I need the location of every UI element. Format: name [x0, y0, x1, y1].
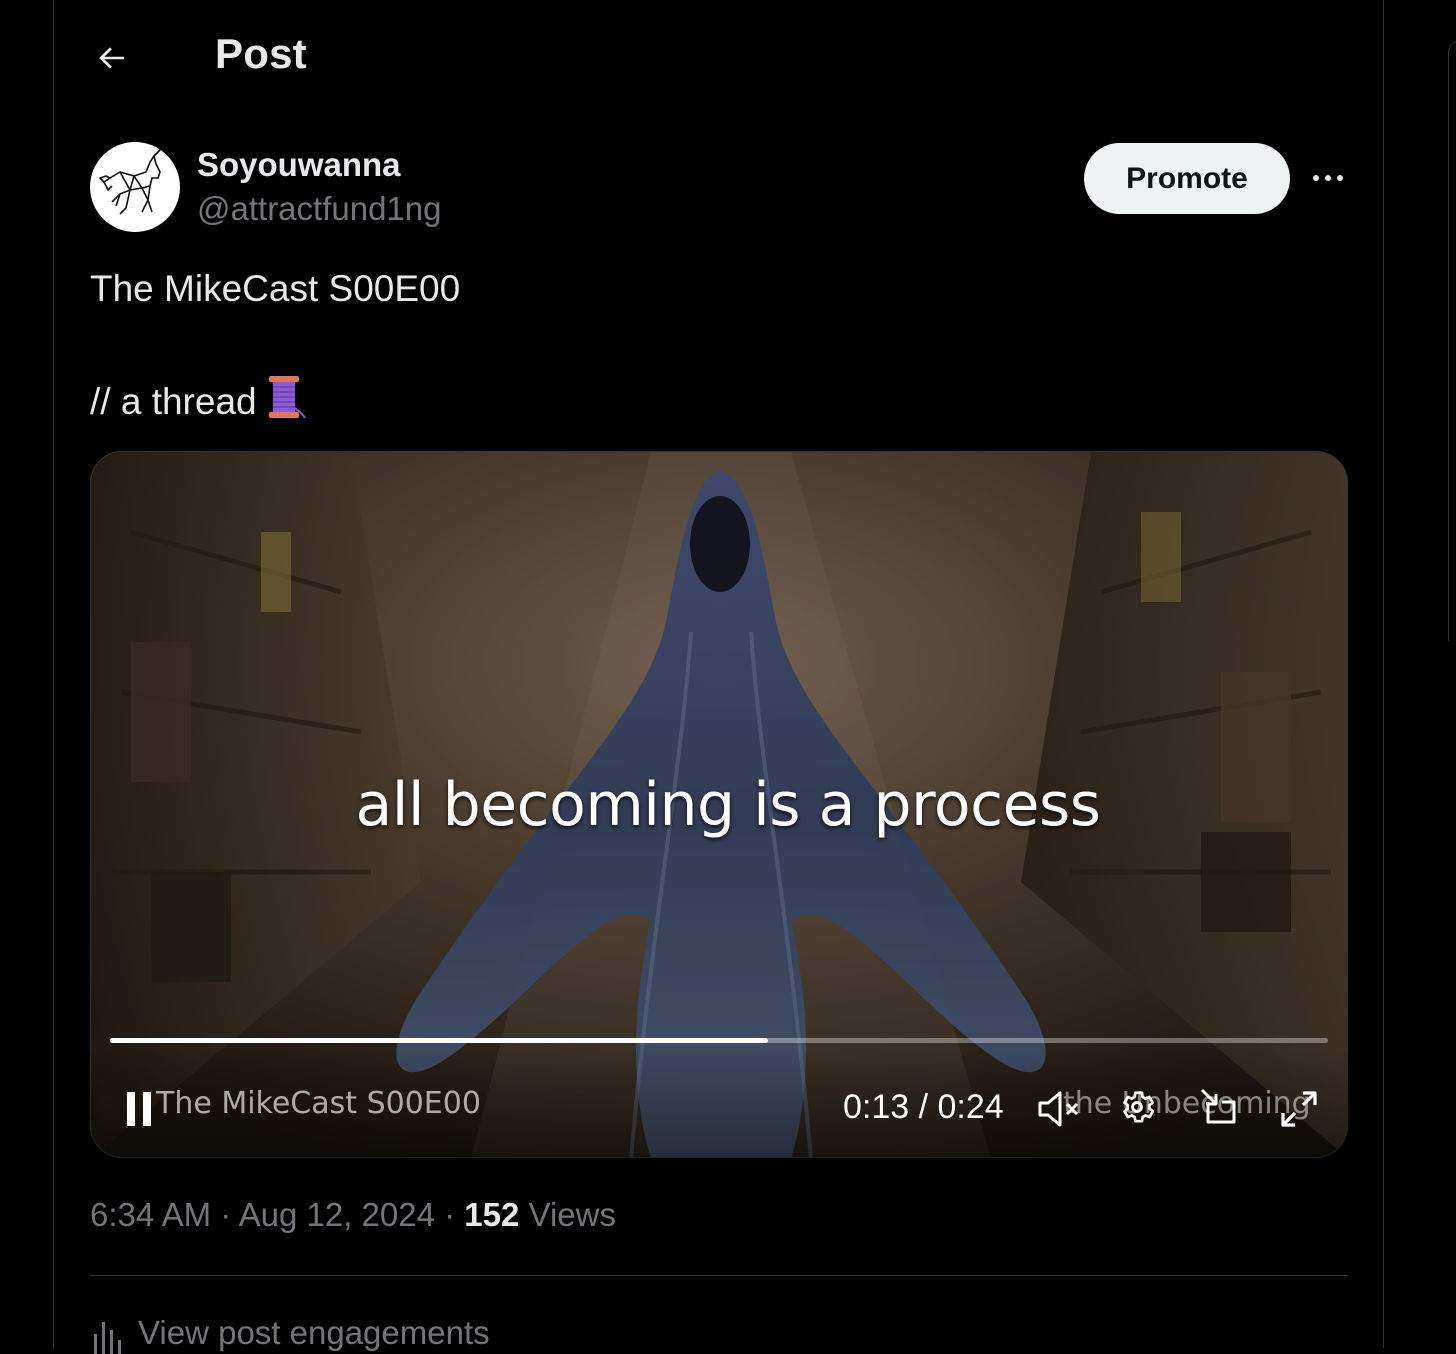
more-button[interactable] [1304, 156, 1352, 200]
post-text-line-2: // a thread [90, 374, 307, 429]
views-label: Views [528, 1196, 616, 1233]
post-meta: 6:34 AM · Aug 12, 2024 · 152 Views [90, 1196, 616, 1234]
post-time[interactable]: 6:34 AM [90, 1196, 211, 1233]
avatar[interactable] [90, 142, 180, 232]
view-post-engagements-label: View post engagements [138, 1314, 490, 1351]
mute-button[interactable] [1034, 1086, 1084, 1132]
promote-button[interactable]: Promote [1084, 143, 1290, 214]
meta-separator: · [444, 1196, 456, 1233]
volume-muted-icon [1038, 1091, 1079, 1127]
picture-in-picture-button[interactable] [1196, 1084, 1242, 1130]
post-text-thread: // a thread [90, 381, 257, 422]
pause-button[interactable] [116, 1086, 162, 1132]
page-title: Post [215, 30, 307, 77]
author-display-name[interactable]: Soyouwanna [197, 146, 401, 184]
post-date[interactable]: Aug 12, 2024 [239, 1196, 435, 1233]
video-watermark-right: the Unbecoming [1063, 1086, 1311, 1121]
bar-chart-icon [94, 1322, 121, 1354]
video-progress-fill [110, 1038, 768, 1043]
pause-icon [127, 1092, 151, 1126]
unicorn-logo-icon [99, 147, 163, 215]
video-watermark-left: The MikeCast S00E00 [156, 1086, 481, 1121]
more-horizontal-icon [1313, 175, 1343, 181]
video-time-display: 0:13 / 0:24 [843, 1088, 1004, 1126]
video-progress-bar[interactable] [110, 1038, 1328, 1043]
video-caption: all becoming is a process [355, 770, 1101, 840]
picture-in-picture-icon [1200, 1088, 1236, 1124]
views-count: 152 [464, 1196, 520, 1233]
arrow-left-icon [99, 47, 124, 69]
gear-icon [1123, 1091, 1155, 1123]
divider [90, 1275, 1348, 1276]
thread-spool-icon [267, 374, 307, 429]
expand-icon [1281, 1091, 1317, 1127]
sidebar-edge [1448, 40, 1456, 641]
post-text-line-1: The MikeCast S00E00 [90, 268, 461, 309]
view-post-engagements-link[interactable]: View post engagements [90, 1314, 490, 1354]
settings-button[interactable] [1114, 1084, 1160, 1130]
fullscreen-button[interactable] [1276, 1086, 1322, 1132]
author-handle[interactable]: @attractfund1ng [197, 190, 442, 228]
back-button[interactable] [88, 34, 136, 82]
meta-separator: · [220, 1196, 232, 1233]
